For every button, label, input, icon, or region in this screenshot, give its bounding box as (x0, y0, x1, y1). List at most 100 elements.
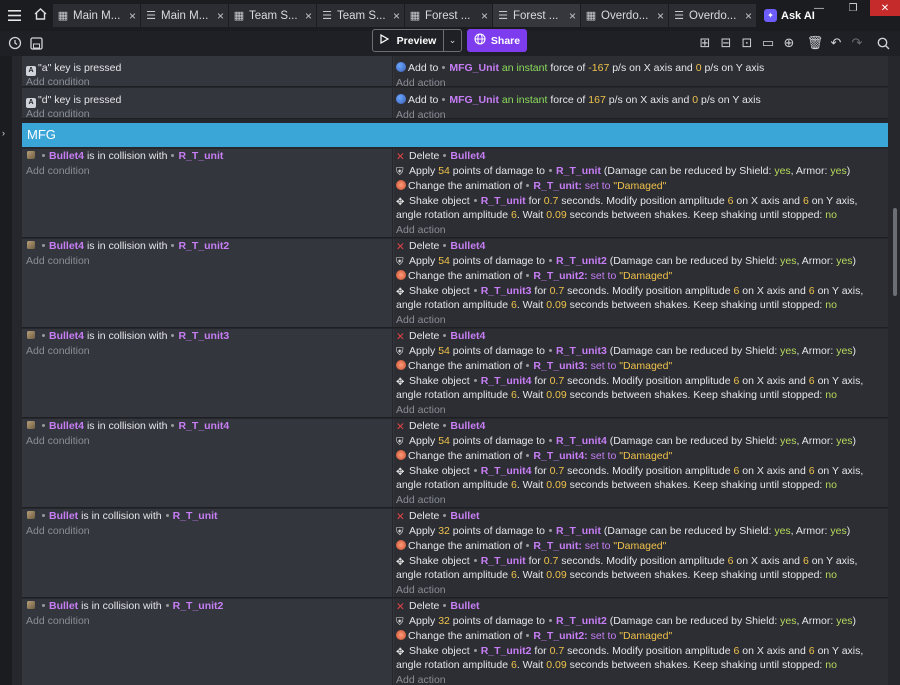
add-force-action[interactable]: Add to MFG_Unit an instant force of -167 … (396, 61, 764, 75)
keep-shaking-value: no (825, 209, 837, 221)
search-icon[interactable] (874, 34, 892, 52)
add-condition-link[interactable]: Add condition (26, 164, 90, 178)
object-dot-icon (42, 334, 45, 337)
add-condition-link[interactable]: Add condition (26, 524, 90, 538)
shake-action[interactable]: ✥ Shake object R_T_unit for 0.7 seconds. M… (396, 194, 866, 222)
animation-action[interactable]: Change the animation of R_T_unit: set to … (396, 539, 666, 553)
ask-ai-icon: ✦ (764, 9, 777, 22)
tab-close-icon[interactable]: × (657, 9, 664, 23)
collision-condition[interactable]: Bullet4 is in collision with R_T_unit4 (26, 419, 229, 433)
delete-action[interactable]: ✕ Delete Bullet4 (396, 419, 485, 433)
tab-5[interactable]: ☰ Forest ... × (493, 4, 580, 27)
key-event[interactable]: A "a" key is pressed Add condition Add to MF… (22, 56, 888, 89)
tab-6[interactable]: ▦ Overdo... × (581, 4, 668, 27)
add-condition-link[interactable]: Add condition (26, 75, 90, 89)
delete-icon[interactable]: 🗑 (806, 34, 824, 52)
add-action-link[interactable]: Add action (396, 313, 446, 327)
delete-action[interactable]: ✕ Delete Bullet (396, 509, 480, 523)
scrollbar[interactable] (893, 208, 897, 296)
damage-action[interactable]: ⛨ Apply 32 points of damage to R_T_unit (D… (396, 524, 850, 538)
save-icon[interactable] (27, 34, 45, 52)
minimize-icon[interactable]: — (802, 0, 836, 16)
add-condition-link[interactable]: Add condition (26, 254, 90, 268)
tab-close-icon[interactable]: × (129, 9, 136, 23)
delete-action[interactable]: ✕ Delete Bullet4 (396, 329, 485, 343)
add-subevent-icon[interactable]: ⊟ (717, 34, 735, 52)
tab-3[interactable]: ☰ Team S... × (317, 4, 404, 27)
history-icon[interactable] (6, 34, 24, 52)
add-group-icon[interactable]: ⊡ (738, 34, 756, 52)
add-condition-link[interactable]: Add condition (26, 614, 90, 628)
tab-close-icon[interactable]: × (745, 9, 752, 23)
close-window-icon[interactable]: ✕ (870, 0, 900, 16)
home-tab[interactable] (28, 4, 52, 27)
add-action-link[interactable]: Add action (396, 223, 446, 237)
menu-icon[interactable] (0, 0, 28, 31)
add-action-link[interactable]: Add action (396, 583, 446, 597)
collision-event[interactable]: Bullet4 is in collision with R_T_unit2 Add… (22, 239, 888, 328)
add-action-link[interactable]: Add action (396, 673, 446, 685)
tab-close-icon[interactable]: × (481, 9, 488, 23)
key-pressed-condition[interactable]: A "a" key is pressed (26, 61, 121, 76)
delete-action[interactable]: ✕ Delete Bullet4 (396, 149, 485, 163)
animation-action[interactable]: Change the animation of R_T_unit2: set to… (396, 629, 672, 643)
event-group-header[interactable]: MFG (22, 123, 888, 147)
shake-action[interactable]: ✥ Shake object R_T_unit3 for 0.7 seconds. … (396, 284, 866, 312)
collision-event[interactable]: Bullet4 is in collision with R_T_unit Add … (22, 149, 888, 238)
collision-condition[interactable]: Bullet4 is in collision with R_T_unit (26, 149, 223, 163)
tab-0[interactable]: ▦ Main M... × (53, 4, 140, 27)
key-event[interactable]: A "d" key is pressed Add condition Add to MF… (22, 88, 888, 122)
amp-y: 6 (808, 465, 815, 477)
collision-condition[interactable]: Bullet4 is in collision with R_T_unit2 (26, 239, 229, 253)
add-action-link[interactable]: Add action (396, 403, 446, 417)
add-force-action[interactable]: Add to MFG_Unit an instant force of 167 p… (396, 93, 761, 107)
redo-icon[interactable]: ↷ (848, 34, 866, 52)
collision-condition[interactable]: Bullet4 is in collision with R_T_unit3 (26, 329, 229, 343)
tab-close-icon[interactable]: × (393, 9, 400, 23)
damage-action[interactable]: ⛨ Apply 54 points of damage to R_T_unit (D… (396, 164, 850, 178)
share-button[interactable]: Share (467, 29, 527, 52)
tab-close-icon[interactable]: × (217, 9, 224, 23)
tab-close-icon[interactable]: × (305, 9, 312, 23)
collision-condition[interactable]: Bullet is in collision with R_T_unit2 (26, 599, 223, 613)
shake-action[interactable]: ✥ Shake object R_T_unit4 for 0.7 seconds. … (396, 464, 866, 492)
animation-action[interactable]: Change the animation of R_T_unit4: set to… (396, 449, 672, 463)
preview-button[interactable]: Preview ⌄ (372, 29, 462, 52)
collision-condition[interactable]: Bullet is in collision with R_T_unit (26, 509, 218, 523)
damage-action[interactable]: ⛨ Apply 54 points of damage to R_T_unit2 (… (396, 254, 856, 268)
damage-action[interactable]: ⛨ Apply 54 points of damage to R_T_unit3 (… (396, 344, 856, 358)
shake-action[interactable]: ✥ Shake object R_T_unit for 0.7 seconds. M… (396, 554, 866, 582)
delete-action[interactable]: ✕ Delete Bullet (396, 599, 480, 613)
add-condition-link[interactable]: Add condition (26, 434, 90, 448)
add-condition-link[interactable]: Add condition (26, 107, 90, 121)
damage-action[interactable]: ⛨ Apply 54 points of damage to R_T_unit4 (… (396, 434, 856, 448)
collision-event[interactable]: Bullet4 is in collision with R_T_unit4 Add… (22, 419, 888, 508)
tab-1[interactable]: ☰ Main M... × (141, 4, 228, 27)
expand-panel-icon[interactable]: › (2, 128, 5, 138)
key-pressed-condition[interactable]: A "d" key is pressed (26, 93, 121, 108)
tab-2[interactable]: ▦ Team S... × (229, 4, 316, 27)
collision-event[interactable]: Bullet is in collision with R_T_unit2 Add … (22, 599, 888, 685)
damage-target: R_T_unit2 (556, 615, 607, 627)
add-condition-link[interactable]: Add condition (26, 344, 90, 358)
delete-action[interactable]: ✕ Delete Bullet4 (396, 239, 485, 253)
undo-icon[interactable]: ↶ (827, 34, 845, 52)
add-action-link[interactable]: Add action (396, 108, 446, 122)
add-action-link[interactable]: Add action (396, 493, 446, 507)
preview-options-chevron-icon[interactable]: ⌄ (443, 30, 461, 51)
tab-4[interactable]: ▦ Forest ... × (405, 4, 492, 27)
tab-close-icon[interactable]: × (569, 9, 576, 23)
maximize-icon[interactable]: ❐ (836, 0, 870, 16)
damage-action[interactable]: ⛨ Apply 32 points of damage to R_T_unit2 (… (396, 614, 856, 628)
shake-action[interactable]: ✥ Shake object R_T_unit2 for 0.7 seconds. … (396, 644, 866, 672)
animation-action[interactable]: Change the animation of R_T_unit3: set to… (396, 359, 672, 373)
collision-event[interactable]: Bullet4 is in collision with R_T_unit3 Add… (22, 329, 888, 418)
tab-7[interactable]: ☰ Overdo... × (669, 4, 756, 27)
add-event-icon[interactable]: ⊞ (696, 34, 714, 52)
add-comment-icon[interactable]: ▭ (759, 34, 777, 52)
collision-event[interactable]: Bullet is in collision with R_T_unit Add c… (22, 509, 888, 598)
animation-action[interactable]: Change the animation of R_T_unit2: set to… (396, 269, 672, 283)
animation-action[interactable]: Change the animation of R_T_unit: set to … (396, 179, 666, 193)
add-more-icon[interactable]: ⊕ (780, 34, 798, 52)
shake-action[interactable]: ✥ Shake object R_T_unit4 for 0.7 seconds. … (396, 374, 866, 402)
